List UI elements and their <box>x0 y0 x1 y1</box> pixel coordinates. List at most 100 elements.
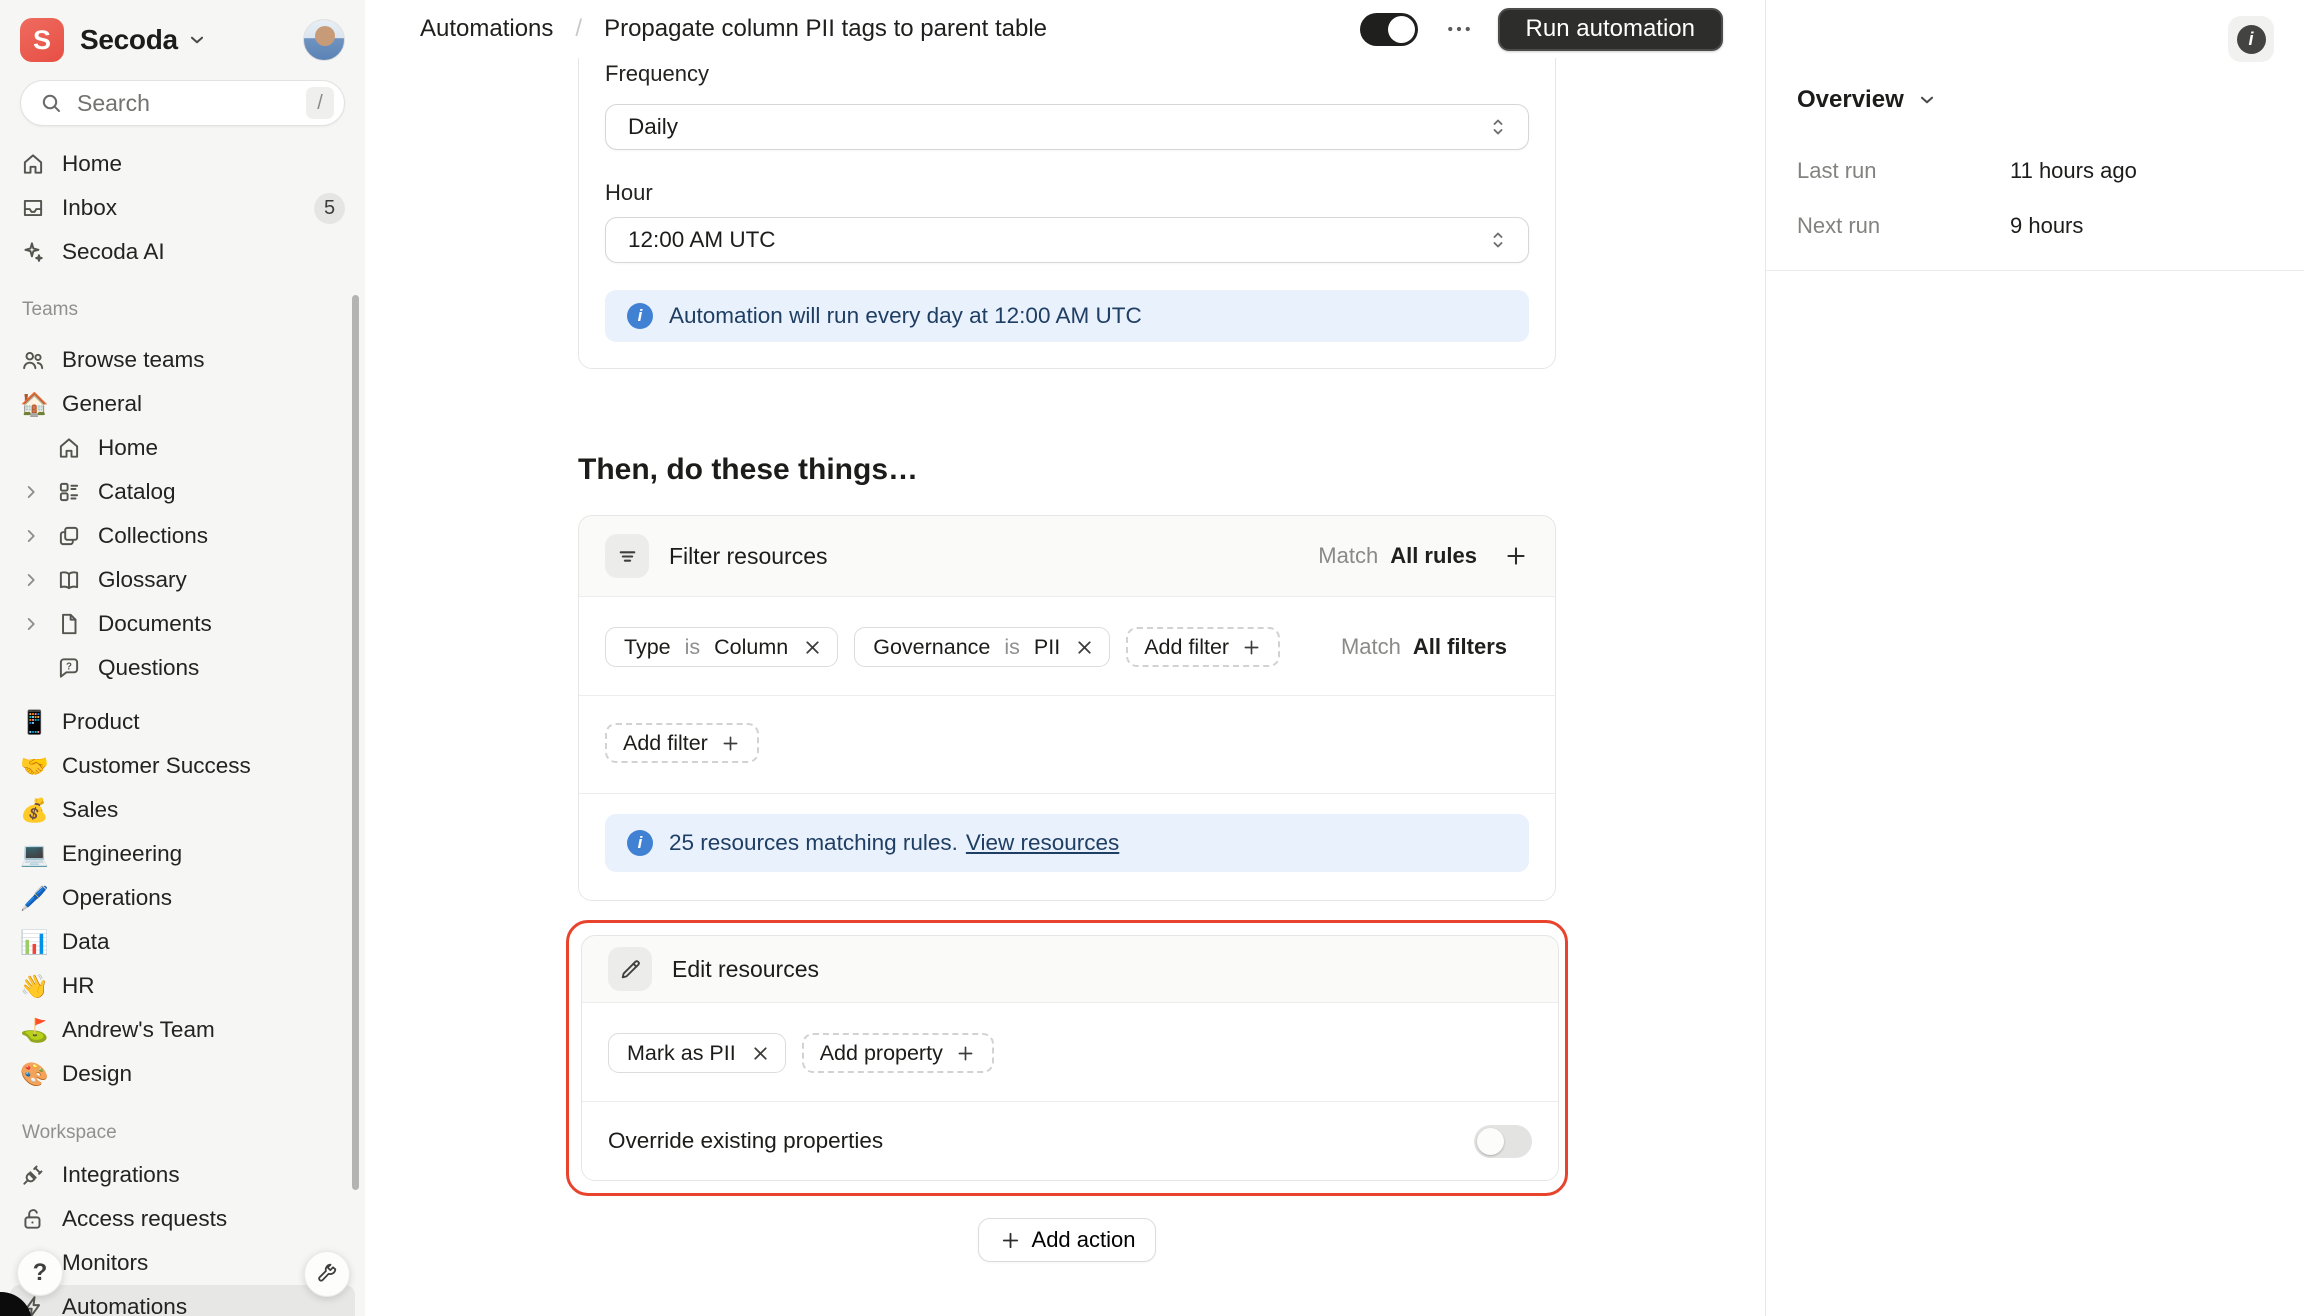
user-avatar[interactable] <box>303 19 345 61</box>
sidebar-item-secoda-ai[interactable]: Secoda AI <box>10 230 355 274</box>
add-property-button[interactable]: Add property <box>801 1033 994 1073</box>
svg-text:?: ? <box>66 662 72 673</box>
annotation-highlight-outline: Edit resources Mark as PII Add property … <box>566 920 1568 1196</box>
inbox-count-badge: 5 <box>314 192 345 224</box>
sidebar-item-collections[interactable]: Collections <box>10 514 355 558</box>
edit-card-title: Edit resources <box>672 955 820 982</box>
sidebar-item-label: Customer Success <box>62 753 251 778</box>
sidebar-item-inbox[interactable]: Inbox 5 <box>10 186 355 230</box>
info-button[interactable]: i <box>2228 16 2274 62</box>
run-automation-button[interactable]: Run automation <box>1497 7 1723 51</box>
sidebar-teams-nav: Browse teams 🏠 General Home Catalog Coll… <box>10 338 355 1096</box>
automation-enabled-toggle[interactable] <box>1359 12 1418 46</box>
sparkles-icon <box>20 239 46 265</box>
add-filter-button-2[interactable]: Add filter <box>605 723 759 763</box>
schedule-info-banner: i Automation will run every day at 12:00… <box>605 290 1529 342</box>
sidebar-item-automations[interactable]: Automations <box>10 1285 355 1316</box>
add-filter-button[interactable]: Add filter <box>1126 627 1281 667</box>
filter-rule-pill[interactable]: Governance is PII <box>854 627 1111 667</box>
sidebar-item-home[interactable]: Home <box>10 142 355 186</box>
help-button[interactable]: ? <box>17 1250 63 1296</box>
page-header: Automations / Propagate column PII tags … <box>365 0 1765 58</box>
chevron-right-icon[interactable] <box>20 525 42 547</box>
sidebar-item-label: Browse teams <box>62 347 205 372</box>
rule-value[interactable]: PII <box>1034 635 1060 660</box>
barchart-emoji-icon: 📊 <box>20 929 49 955</box>
sidebar-item-browse-teams[interactable]: Browse teams <box>10 338 355 382</box>
filter-rule-pill[interactable]: Type is Column <box>605 627 839 667</box>
catalog-icon <box>56 479 82 505</box>
override-row: Override existing properties <box>582 1102 1558 1180</box>
hour-select[interactable]: 12:00 AM UTC <box>605 217 1529 263</box>
sidebar-item-customer-success[interactable]: 🤝 Customer Success <box>10 744 355 788</box>
sidebar-item-design[interactable]: 🎨 Design <box>10 1052 355 1096</box>
overview-header[interactable]: Overview <box>1797 86 2304 114</box>
remove-rule-icon[interactable] <box>802 637 823 658</box>
sidebar-item-label: Access requests <box>62 1206 228 1231</box>
sidebar-item-mark-as-pii[interactable]: Mark as PII <box>608 1033 786 1073</box>
remove-property-icon[interactable] <box>750 1043 771 1064</box>
chevron-up-down-icon <box>1486 115 1510 139</box>
chevron-down-icon <box>186 29 208 51</box>
workspace-section-label: Workspace <box>22 1122 117 1143</box>
sidebar-item-integrations[interactable]: Integrations <box>10 1153 355 1197</box>
sidebar-item-product[interactable]: 📱 Product <box>10 700 355 744</box>
overview-panel: i Overview Last run 11 hours ago Next ru… <box>1765 0 2304 1316</box>
more-options-button[interactable] <box>1444 14 1474 44</box>
chevron-right-icon[interactable] <box>20 613 42 635</box>
rule-field[interactable]: Governance <box>873 635 990 660</box>
sidebar-item-data[interactable]: 📊 Data <box>10 920 355 964</box>
sidebar-item-engineering[interactable]: 💻 Engineering <box>10 832 355 876</box>
frequency-select[interactable]: Daily <box>605 104 1529 150</box>
matching-info-text: 25 resources matching rules. <box>669 830 958 855</box>
sidebar-item-access-requests[interactable]: Access requests <box>10 1197 355 1241</box>
sidebar-item-home[interactable]: Home <box>10 426 355 470</box>
sidebar-item-documents[interactable]: Documents <box>10 602 355 646</box>
golf-emoji-icon: ⛳ <box>20 1017 49 1043</box>
sidebar-item-sales[interactable]: 💰 Sales <box>10 788 355 832</box>
search-icon <box>39 91 63 115</box>
rule-operator[interactable]: is <box>685 635 701 660</box>
palette-emoji-icon: 🎨 <box>20 1061 49 1087</box>
sidebar-scrollbar[interactable] <box>352 295 359 1190</box>
next-run-label: Next run <box>1797 213 1881 238</box>
add-action-button[interactable]: Add action <box>977 1218 1157 1262</box>
questions-icon: ? <box>56 655 82 681</box>
sidebar-item-label: Integrations <box>62 1162 180 1187</box>
schedule-card: Frequency Daily Hour 12:00 AM UTC i Auto… <box>578 58 1556 369</box>
sidebar-item-operations[interactable]: 🖊️ Operations <box>10 876 355 920</box>
sidebar-item-questions[interactable]: ? Questions <box>10 646 355 690</box>
toggle-knob <box>1387 15 1415 43</box>
rule-field[interactable]: Type <box>624 635 671 660</box>
sidebar-item-label: Home <box>62 151 123 176</box>
breadcrumb-automations[interactable]: Automations <box>420 15 553 43</box>
sidebar-item-glossary[interactable]: Glossary <box>10 558 355 602</box>
sidebar-item-label: Monitors <box>62 1250 149 1275</box>
sidebar-item-andrew-s-team[interactable]: ⛳ Andrew's Team <box>10 1008 355 1052</box>
remove-rule-icon[interactable] <box>1074 637 1095 658</box>
override-toggle[interactable] <box>1474 1124 1532 1158</box>
rule-value[interactable]: Column <box>714 635 788 660</box>
phone-emoji-icon: 📱 <box>20 709 49 735</box>
view-resources-link[interactable]: View resources <box>966 830 1119 856</box>
sidebar-item-label: Home <box>98 435 159 460</box>
property-label[interactable]: Mark as PII <box>627 1041 736 1066</box>
sidebar-item-hr[interactable]: 👋 HR <box>10 964 355 1008</box>
sidebar-item-label: Questions <box>98 655 200 680</box>
search-input[interactable]: Search / <box>20 80 345 126</box>
rules-match-value[interactable]: All filters <box>1413 634 1507 660</box>
edit-resources-card: Edit resources Mark as PII Add property … <box>581 935 1559 1181</box>
main-scroll-area[interactable]: Frequency Daily Hour 12:00 AM UTC i Auto… <box>365 58 1765 1316</box>
settings-wrench-button[interactable] <box>304 1251 350 1297</box>
matching-banner-row: i 25 resources matching rules. View reso… <box>579 794 1555 900</box>
add-rule-plus-icon[interactable] <box>1503 543 1529 569</box>
workspace-switcher[interactable]: S Secoda <box>20 16 345 64</box>
chevron-right-icon[interactable] <box>20 569 42 591</box>
chevron-right-icon[interactable] <box>20 481 42 503</box>
sidebar-item-catalog[interactable]: Catalog <box>10 470 355 514</box>
sidebar-item-general[interactable]: 🏠 General <box>10 382 355 426</box>
rule-operator[interactable]: is <box>1004 635 1020 660</box>
last-run-value: 11 hours ago <box>2010 158 2137 183</box>
match-value[interactable]: All rules <box>1390 543 1477 569</box>
info-icon: i <box>627 303 653 329</box>
